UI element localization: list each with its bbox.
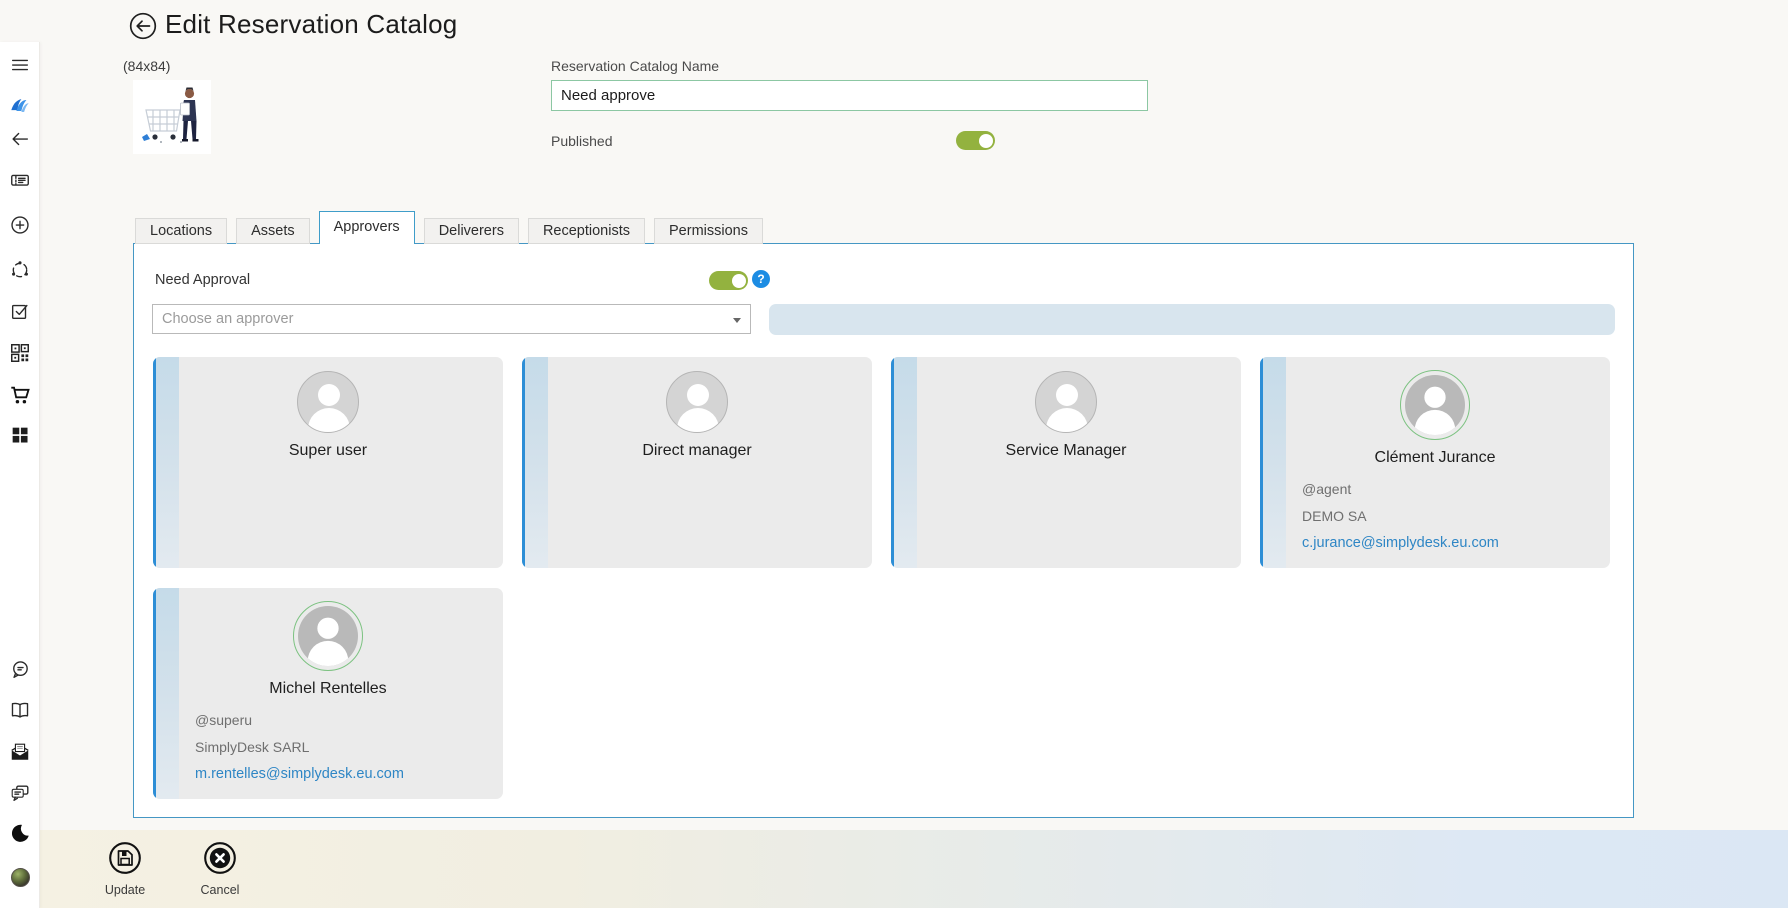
catalog-image[interactable] — [133, 80, 211, 154]
menu-icon[interactable] — [7, 52, 33, 78]
approver-details: @agentDEMO SAc.jurance@simplydesk.eu.com — [1260, 476, 1610, 557]
person-with-cart-illustration-icon — [133, 80, 211, 154]
approver-email-link[interactable]: m.rentelles@simplydesk.eu.com — [195, 761, 503, 788]
approver-card-grid: Super user Direct manager Service Manage… — [153, 357, 1610, 799]
profile-photo — [11, 868, 30, 887]
conversations-icon[interactable] — [7, 780, 33, 806]
approver-card[interactable]: Super user — [153, 357, 503, 568]
published-toggle[interactable] — [956, 131, 995, 150]
user-avatar-icon — [297, 371, 359, 433]
image-size-label: (84x84) — [123, 58, 170, 74]
approver-card[interactable]: Direct manager — [522, 357, 872, 568]
cancel-x-icon — [203, 841, 237, 875]
back-button[interactable] — [129, 12, 157, 40]
approver-username: @superu — [195, 707, 503, 734]
card-side-stripe — [156, 588, 179, 799]
mail-icon[interactable] — [7, 739, 33, 765]
approver-company: SimplyDesk SARL — [195, 734, 503, 761]
tab-approvers[interactable]: Approvers — [319, 211, 415, 244]
tab-strip: Locations Assets Approvers Deliverers Recept… — [135, 211, 763, 244]
approver-dropdown-placeholder: Choose an approver — [162, 311, 293, 327]
action-bar: Update Cancel — [40, 830, 1788, 908]
ticket-icon[interactable] — [7, 167, 33, 193]
approver-name: Service Manager — [1006, 442, 1127, 460]
selected-avatar-ring — [1400, 370, 1470, 440]
dark-mode-icon[interactable] — [7, 820, 33, 846]
update-label: Update — [88, 883, 162, 897]
approver-email-link[interactable]: c.jurance@simplydesk.eu.com — [1302, 530, 1610, 557]
card-side-stripe — [525, 357, 548, 568]
card-side-stripe — [1263, 357, 1286, 568]
tab-locations[interactable]: Locations — [135, 218, 227, 244]
chat-icon[interactable] — [7, 657, 33, 683]
approver-details: @superuSimplyDesk SARLm.rentelles@simply… — [153, 707, 503, 788]
empty-info-bar — [769, 304, 1615, 335]
cancel-label: Cancel — [183, 883, 257, 897]
catalog-name-input[interactable] — [551, 80, 1148, 111]
card-side-stripe — [156, 357, 179, 568]
tab-deliverers[interactable]: Deliverers — [424, 218, 519, 244]
apps-grid-icon[interactable] — [7, 422, 33, 448]
save-floppy-icon — [108, 841, 142, 875]
cart-icon[interactable] — [7, 382, 33, 408]
need-approval-toggle[interactable] — [709, 271, 748, 290]
sidebar-icon-rail — [0, 42, 40, 908]
approver-card[interactable]: Clément Jurance @agentDEMO SAc.jurance@si… — [1260, 357, 1610, 568]
approver-card[interactable]: Service Manager — [891, 357, 1241, 568]
add-icon[interactable] — [7, 212, 33, 238]
book-icon[interactable] — [7, 697, 33, 723]
update-button[interactable]: Update — [88, 841, 162, 897]
card-side-stripe — [894, 357, 917, 568]
page-title: Edit Reservation Catalog — [165, 9, 457, 40]
approver-card[interactable]: Michel Rentelles @superuSimplyDesk SARLm.… — [153, 588, 503, 799]
approver-username: @agent — [1302, 476, 1610, 503]
approvers-panel: Need Approval ? Choose an approver Super… — [133, 243, 1634, 818]
selected-avatar-ring — [293, 601, 363, 671]
user-avatar-icon — [1035, 371, 1097, 433]
user-avatar-icon — [1405, 375, 1465, 435]
need-approval-label: Need Approval — [155, 272, 250, 288]
approver-name: Michel Rentelles — [269, 680, 386, 698]
catalog-name-label: Reservation Catalog Name — [551, 58, 719, 74]
tab-assets[interactable]: Assets — [236, 218, 310, 244]
approver-name: Super user — [289, 442, 367, 460]
tab-receptionists[interactable]: Receptionists — [528, 218, 645, 244]
logo-icon[interactable] — [7, 93, 33, 119]
approver-name: Clément Jurance — [1375, 449, 1496, 467]
chevron-down-icon — [733, 318, 741, 323]
back-icon[interactable] — [7, 126, 33, 152]
tab-permissions[interactable]: Permissions — [654, 218, 763, 244]
help-icon[interactable]: ? — [752, 270, 770, 288]
published-label: Published — [551, 133, 613, 149]
user-avatar[interactable] — [7, 864, 33, 890]
cancel-button[interactable]: Cancel — [183, 841, 257, 897]
approver-name: Direct manager — [642, 442, 751, 460]
user-avatar-icon — [298, 606, 358, 666]
approver-dropdown[interactable]: Choose an approver — [152, 304, 751, 334]
user-avatar-icon — [666, 371, 728, 433]
sync-icon[interactable] — [7, 257, 33, 283]
circled-back-arrow-icon — [129, 12, 157, 40]
approver-company: DEMO SA — [1302, 503, 1610, 530]
qr-code-icon[interactable] — [7, 340, 33, 366]
task-check-icon[interactable] — [7, 298, 33, 324]
